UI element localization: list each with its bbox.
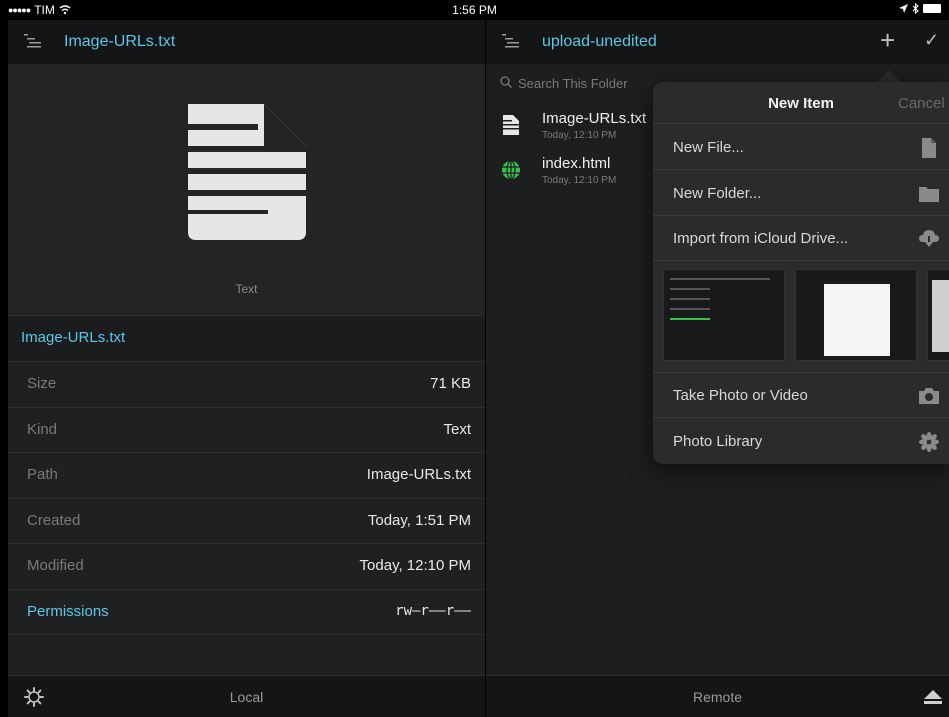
remote-header: upload-unedited + ✓ <box>486 20 949 64</box>
battery-icon <box>923 4 941 13</box>
status-right <box>899 3 941 14</box>
text-file-icon <box>503 115 519 135</box>
new-folder-item[interactable]: New Folder... <box>653 171 949 216</box>
menu-item-label: Take Photo or Video <box>673 387 808 404</box>
info-value: Today, 1:51 PM <box>367 511 471 529</box>
info-value: 71 KB <box>430 375 471 392</box>
status-bar: ●●●●● TIM 1:56 PM <box>0 0 949 20</box>
popover-arrow <box>877 70 901 82</box>
info-row-permissions[interactable]: Permissions rw–r––r–– <box>8 588 485 635</box>
info-label: Created <box>27 511 81 529</box>
info-row-created: Created Today, 1:51 PM <box>8 497 485 544</box>
info-value: Image-URLs.txt <box>366 466 471 483</box>
popover-header: New Item Cancel <box>653 82 949 124</box>
location-icon <box>899 4 908 13</box>
info-label: Permissions <box>27 602 109 620</box>
remote-footer-label[interactable]: Remote <box>486 689 949 705</box>
file-info-list: Size 71 KB Kind Text Path Image-URLs.txt… <box>8 361 485 680</box>
local-footer: Local <box>8 675 485 717</box>
file-icon <box>922 138 936 158</box>
take-photo-item[interactable]: Take Photo or Video <box>653 373 949 418</box>
file-preview: Text <box>8 64 485 314</box>
info-row-modified: Modified Today, 12:10 PM <box>8 543 485 589</box>
file-date: Today, 12:10 PM <box>542 175 617 186</box>
info-value: Today, 12:10 PM <box>359 557 471 574</box>
new-file-item[interactable]: New File... <box>653 125 949 170</box>
search-placeholder: Search This Folder <box>518 76 628 91</box>
info-label: Kind <box>27 420 58 438</box>
menu-item-label: New File... <box>673 139 744 156</box>
photo-library-item[interactable]: Photo Library <box>653 419 949 464</box>
eject-icon[interactable] <box>924 690 942 704</box>
info-value: rw–r––r–– <box>395 602 471 619</box>
recent-photos-strip[interactable] <box>653 261 949 373</box>
cancel-button[interactable]: Cancel <box>898 95 945 112</box>
info-row-empty <box>8 634 485 680</box>
info-row-size: Size 71 KB <box>8 361 485 407</box>
file-date: Today, 12:10 PM <box>542 130 617 141</box>
photo-thumbnail[interactable] <box>927 269 949 361</box>
photo-thumbnail[interactable] <box>795 269 917 361</box>
list-menu-icon[interactable] <box>502 32 522 50</box>
import-icloud-item[interactable]: Import from iCloud Drive... <box>653 216 949 261</box>
local-pane: Image-URLs.txt Text Image-URLs.txt Size … <box>8 20 485 717</box>
info-value: Text <box>443 420 471 438</box>
new-item-popover: New Item Cancel New File... New Folder..… <box>653 82 949 464</box>
file-name: Image-URLs.txt <box>542 110 647 127</box>
menu-item-label: New Folder... <box>673 185 762 202</box>
list-menu-icon[interactable] <box>24 32 44 50</box>
photos-icon <box>919 432 939 452</box>
info-label: Modified <box>27 557 84 574</box>
camera-icon <box>919 388 939 404</box>
info-label: Size <box>27 375 57 392</box>
info-row-path: Path Image-URLs.txt <box>8 452 485 498</box>
search-icon <box>500 76 512 88</box>
file-name: index.html <box>542 155 611 172</box>
cloud-download-icon <box>919 230 939 247</box>
add-icon[interactable]: + <box>880 26 895 54</box>
menu-item-label: Photo Library <box>673 433 763 450</box>
info-label: Path <box>27 466 58 483</box>
local-footer-label[interactable]: Local <box>8 689 485 705</box>
menu-item-label: Import from iCloud Drive... <box>673 230 849 247</box>
photo-thumbnail[interactable] <box>663 269 785 361</box>
preview-kind-caption: Text <box>235 282 258 296</box>
status-time: 1:56 PM <box>452 3 497 17</box>
text-document-icon <box>188 104 306 240</box>
info-row-kind: Kind Text <box>8 406 485 453</box>
file-name-row[interactable]: Image-URLs.txt <box>8 315 485 360</box>
checkmark-icon[interactable]: ✓ <box>924 30 939 51</box>
file-name-label: Image-URLs.txt <box>21 329 126 346</box>
bluetooth-icon <box>912 3 919 14</box>
local-header: Image-URLs.txt <box>8 20 485 64</box>
remote-footer: Remote <box>486 675 949 717</box>
local-header-title: Image-URLs.txt <box>64 33 176 50</box>
remote-header-title: upload-unedited <box>542 33 657 50</box>
folder-icon <box>919 187 939 202</box>
globe-icon <box>502 160 520 180</box>
